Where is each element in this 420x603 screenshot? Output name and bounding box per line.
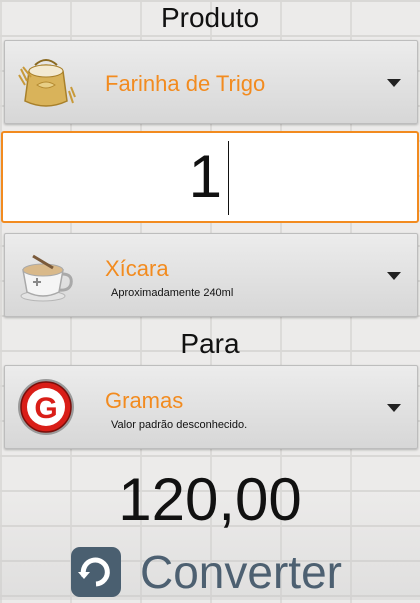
from-unit-label: Xícara (105, 256, 169, 281)
quantity-input[interactable]: 1 (1, 131, 419, 223)
refresh-icon (70, 546, 122, 598)
cup-icon (15, 244, 77, 306)
to-unit-label: Gramas (105, 388, 184, 413)
quantity-input-value: 1 (188, 143, 222, 210)
convert-button[interactable]: Converter (70, 542, 370, 600)
flour-sack-icon (15, 51, 77, 113)
from-unit-description: Aproximadamente 240ml (111, 287, 234, 299)
convert-button-label: Converter (140, 546, 342, 598)
product-heading: Produto (160, 2, 260, 33)
result-value: 120,00 (118, 466, 302, 533)
para-heading: Para (180, 328, 240, 359)
to-unit-selector[interactable]: G Gramas Valor padrão desconhecido. (4, 365, 418, 449)
chevron-down-icon (387, 79, 401, 87)
text-cursor (228, 141, 229, 215)
grams-g-icon: G (15, 376, 77, 438)
chevron-down-icon (387, 272, 401, 280)
product-selector-label: Farinha de Trigo (105, 71, 266, 96)
product-selector[interactable]: Farinha de Trigo (4, 40, 418, 124)
grams-g-letter: G (34, 392, 57, 425)
from-unit-selector[interactable]: Xícara Aproximadamente 240ml (4, 233, 418, 317)
chevron-down-icon (387, 404, 401, 412)
to-unit-description: Valor padrão desconhecido. (111, 419, 248, 431)
